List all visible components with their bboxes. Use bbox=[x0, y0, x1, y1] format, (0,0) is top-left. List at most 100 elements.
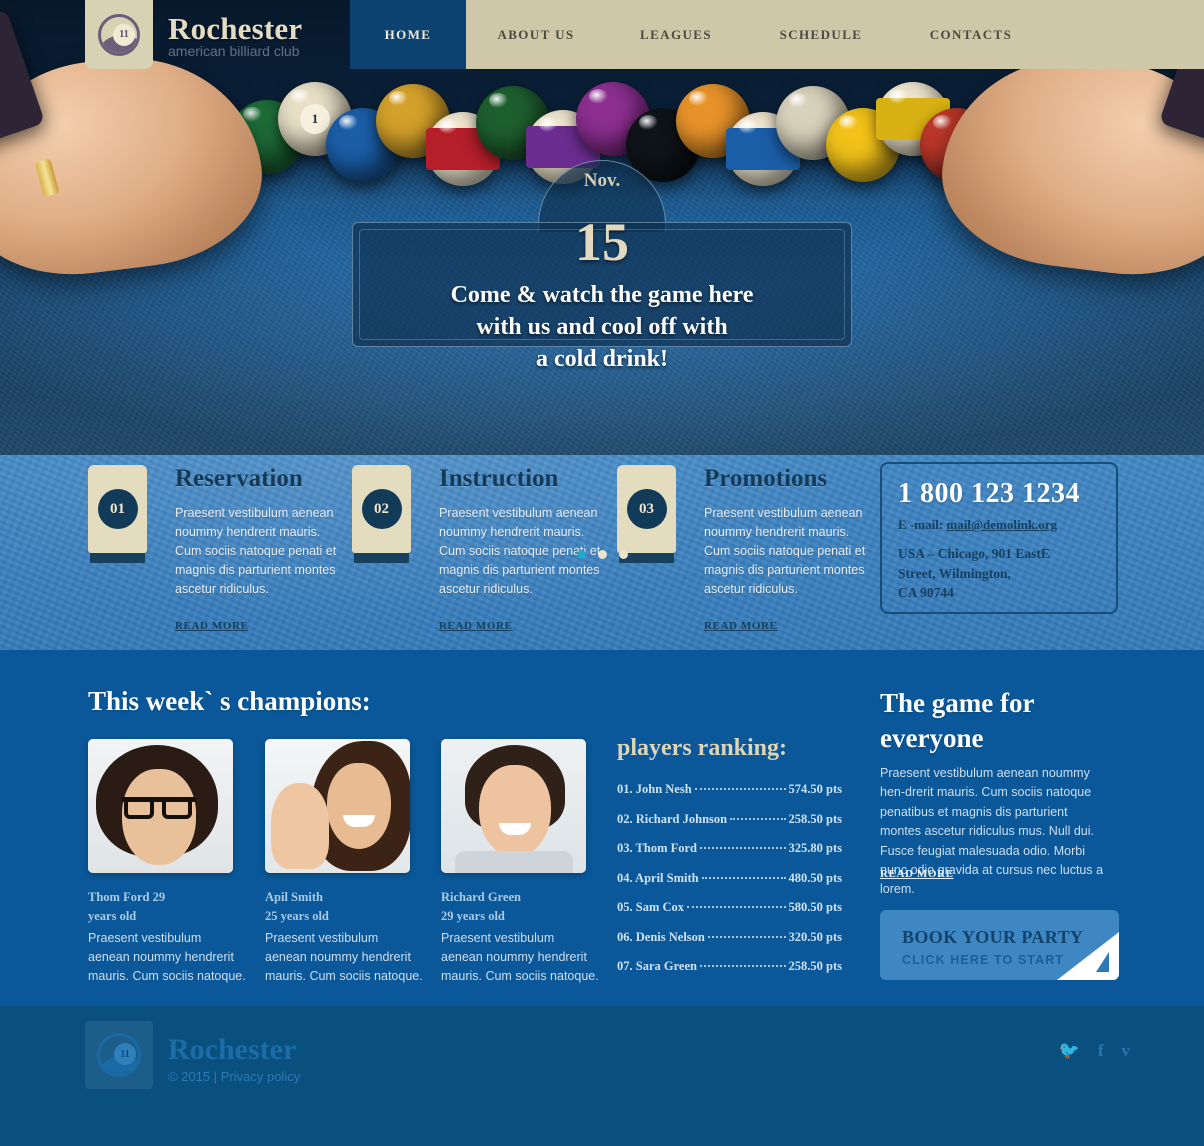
main-navigation: HOME ABOUT US LEAGUES SCHEDULE CONTACTS bbox=[350, 0, 1204, 69]
hero-headline-line2: with us and cool off with bbox=[476, 313, 728, 340]
billiard-ball-icon: 11 bbox=[97, 1033, 141, 1077]
feature-read-more-link[interactable]: READ MORE bbox=[175, 620, 249, 632]
logo-plate[interactable]: 11 bbox=[85, 0, 153, 69]
contact-email-row: E -mail: mail@demolink.org bbox=[898, 517, 1100, 533]
logo-ball-number: 11 bbox=[114, 1043, 136, 1065]
footer-copyright: © 2015 | bbox=[168, 1069, 218, 1084]
glasses-lens-right bbox=[162, 797, 192, 819]
ranking-leader-dots bbox=[707, 935, 786, 938]
ranking-leader-dots bbox=[700, 847, 786, 849]
hand-shape bbox=[271, 783, 329, 869]
feature-title: Promotions bbox=[704, 465, 828, 492]
feature-badge-02: 02 bbox=[352, 465, 411, 553]
feature-title: Instruction bbox=[439, 465, 559, 492]
feature-body: Reservation Praesent vestibulum aenean n… bbox=[175, 465, 350, 634]
brand[interactable]: Rochester american billiard club bbox=[168, 11, 302, 59]
champion-name-3: Richard Green 29 years old bbox=[441, 888, 591, 926]
ranking-row: 03. Thom Ford 325.80 pts bbox=[617, 841, 842, 856]
ranking-points: 320.50 pts bbox=[788, 929, 842, 944]
ranking-player-name: 04. April Smith bbox=[617, 870, 699, 885]
hero-headline-line1: Come & watch the game here bbox=[450, 282, 754, 308]
address-line-3: CA 90744 bbox=[898, 585, 954, 601]
ranking-points: 480.50 pts bbox=[788, 870, 842, 885]
ranking-player-name: 01. John Nesh bbox=[617, 782, 692, 796]
cta-title: BOOK YOUR PARTY bbox=[902, 927, 1084, 947]
nav-item-home[interactable]: HOME bbox=[350, 0, 466, 69]
feature-number: 01 bbox=[97, 489, 138, 529]
contact-email-link[interactable]: mail@demolink.org bbox=[946, 517, 1057, 532]
feature-read-more-link[interactable]: READ MORE bbox=[439, 620, 513, 632]
vimeo-icon[interactable]: v bbox=[1122, 1042, 1131, 1059]
glasses-lens-left bbox=[124, 797, 154, 819]
champion-desc-3: Praesent vestibulum aenean noummy hendre… bbox=[441, 931, 599, 983]
footer-social-links: 🐦 f v bbox=[1059, 1042, 1130, 1059]
ranking-player-name: 02. Richard Johnson bbox=[617, 811, 728, 826]
nav-item-leagues[interactable]: LEAGUES bbox=[606, 0, 746, 69]
photo-content bbox=[441, 739, 586, 873]
champion-name-line1: Apil Smith bbox=[265, 890, 324, 904]
slider-dot-3[interactable] bbox=[618, 550, 628, 559]
champion-photo-1[interactable] bbox=[88, 739, 233, 873]
privacy-policy-link[interactable]: Privacy policy bbox=[221, 1069, 300, 1084]
ranking-row: 01. John Nesh 574.50 pts bbox=[617, 782, 842, 797]
ranking-player-name: 06. Denis Nelson bbox=[617, 929, 705, 944]
feature-title: Reservation bbox=[175, 465, 303, 492]
face-shape bbox=[327, 763, 391, 849]
footer-logo-plate[interactable]: 11 bbox=[85, 1021, 153, 1089]
contact-email-label: E -mail: bbox=[898, 517, 944, 532]
feature-text: Praesent vestibulum aenean noummy hendre… bbox=[175, 505, 337, 596]
ranking-row: 07. Sara Green 258.50 pts bbox=[617, 959, 842, 974]
game-read-more-link[interactable]: READ MORE bbox=[880, 868, 954, 880]
cta-subtitle: CLICK HERE TO START bbox=[902, 953, 1065, 967]
champion-photo-3[interactable] bbox=[441, 739, 586, 873]
logo-ball-number: 11 bbox=[113, 23, 135, 46]
feature-read-more-link[interactable]: READ MORE bbox=[704, 620, 778, 632]
nav-item-schedule[interactable]: SCHEDULE bbox=[746, 0, 896, 69]
feature-badge-03: 03 bbox=[617, 465, 676, 553]
ranking-leader-dots bbox=[694, 788, 786, 790]
brand-name: Rochester bbox=[168, 11, 303, 46]
ranking-leader-dots bbox=[730, 817, 786, 820]
play-arrow-icon bbox=[1096, 952, 1109, 972]
feature-badge-01: 01 bbox=[88, 465, 147, 553]
game-for-everyone-heading: The game for everyone bbox=[880, 686, 1120, 755]
ranking-player-name: 05. Sam Cox bbox=[617, 900, 685, 914]
billiard-ball-icon: 11 bbox=[98, 13, 140, 56]
nav-item-contacts[interactable]: CONTACTS bbox=[896, 0, 1046, 69]
contact-info-box: 1 800 123 1234 E -mail: mail@demolink.or… bbox=[880, 462, 1118, 614]
footer-brand-name[interactable]: Rochester bbox=[168, 1033, 296, 1067]
brand-tagline: american billiard club bbox=[168, 43, 300, 59]
hero-headline: Come & watch the game here with us and c… bbox=[352, 280, 852, 376]
ranking-heading: players ranking: bbox=[617, 735, 788, 761]
ranking-row: 02. Richard Johnson 258.50 pts bbox=[617, 812, 842, 827]
slider-dot-1[interactable] bbox=[576, 550, 586, 559]
feature-number: 02 bbox=[361, 489, 402, 529]
address-line-1: USA – Chicago, 901 EastE bbox=[898, 546, 1050, 561]
champion-name-line2: 25 years old bbox=[265, 908, 329, 923]
champions-heading: This week` s champions: bbox=[88, 686, 371, 716]
page-root: 1 11 Rochester american billiard club HO… bbox=[0, 0, 1204, 1146]
ranking-row: 04. April Smith 480.50 pts bbox=[617, 871, 842, 886]
nav-item-about-us[interactable]: ABOUT US bbox=[466, 0, 606, 69]
face-shape bbox=[479, 765, 551, 857]
photo-content bbox=[265, 739, 410, 873]
champion-name-line2: years old bbox=[88, 908, 137, 923]
contact-phone: 1 800 123 1234 bbox=[898, 478, 1080, 509]
facebook-icon[interactable]: f bbox=[1098, 1042, 1104, 1059]
slider-dot-2[interactable] bbox=[597, 550, 607, 559]
footer-meta: © 2015 | Privacy policy bbox=[168, 1069, 300, 1084]
ranking-points: 574.50 pts bbox=[788, 782, 842, 796]
site-header: 11 Rochester american billiard club HOME… bbox=[0, 0, 1204, 69]
ranking-row: 05. Sam Cox 580.50 pts bbox=[617, 900, 842, 915]
ranking-points: 325.80 pts bbox=[788, 841, 842, 855]
twitter-icon[interactable]: 🐦 bbox=[1059, 1042, 1080, 1059]
champion-desc-2: Praesent vestibulum aenean noummy hendre… bbox=[265, 931, 423, 983]
champion-name-line2: 29 years old bbox=[441, 908, 505, 923]
champion-photo-2[interactable] bbox=[265, 739, 410, 873]
ranking-row: 06. Denis Nelson 320.50 pts bbox=[617, 930, 842, 945]
book-your-party-button[interactable]: BOOK YOUR PARTY CLICK HERE TO START bbox=[880, 910, 1119, 980]
game-title-line2: everyone bbox=[880, 722, 984, 753]
hero-headline-line3: a cold drink! bbox=[535, 345, 669, 372]
ranking-list: 01. John Nesh 574.50 pts 02. Richard Joh… bbox=[617, 782, 842, 989]
champion-desc-1: Praesent vestibulum aenean noummy hendre… bbox=[88, 931, 246, 983]
